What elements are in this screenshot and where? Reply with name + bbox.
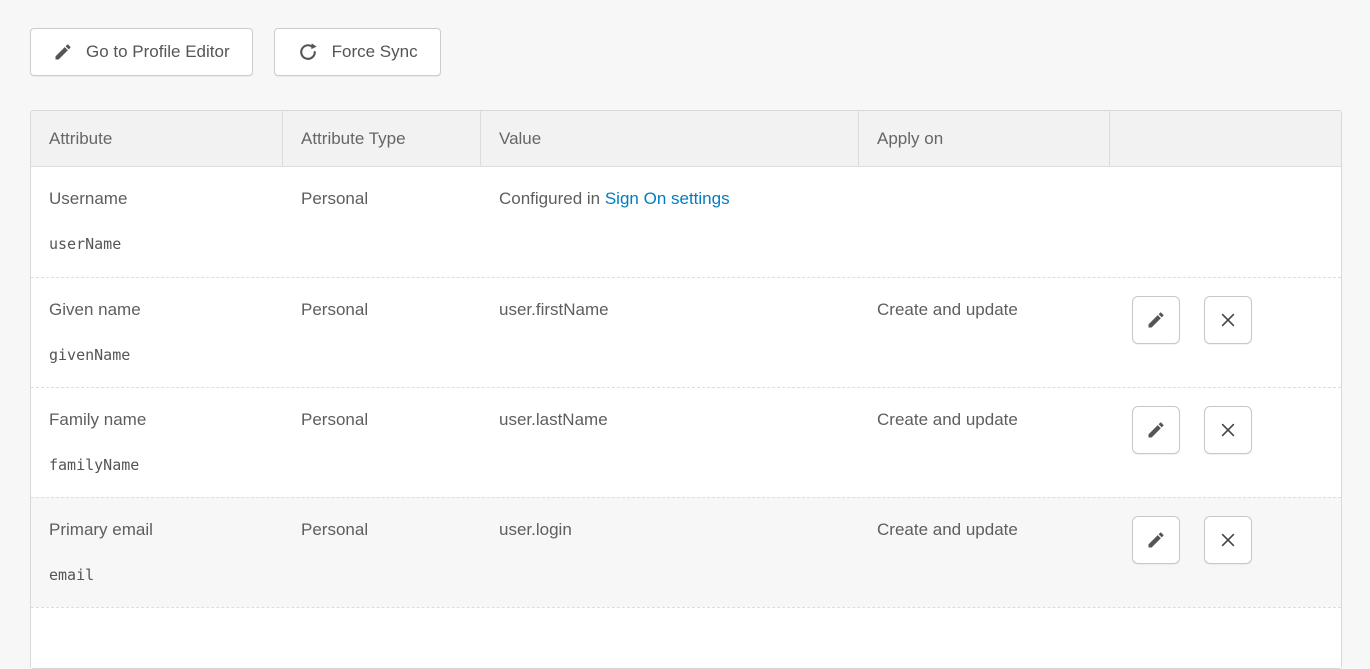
attribute-type-cell: Personal xyxy=(283,498,481,607)
attribute-type-cell: Personal xyxy=(283,388,481,497)
delete-attribute-button[interactable] xyxy=(1204,516,1252,564)
attribute-mapping-table: Attribute Attribute Type Value Apply on … xyxy=(30,110,1342,669)
table-row-primary-email: Primary email email Personal user.login … xyxy=(31,497,1341,607)
value-cell: Configured in Sign On settings xyxy=(481,167,859,277)
table-header: Attribute Attribute Type Value Apply on xyxy=(31,111,1341,167)
attribute-display-name: Family name xyxy=(49,410,273,430)
value-prefix-text: Configured in xyxy=(499,189,605,208)
column-header-value: Value xyxy=(481,111,859,166)
refresh-icon xyxy=(297,41,319,63)
column-header-apply-on: Apply on xyxy=(859,111,1110,166)
toolbar: Go to Profile Editor Force Sync xyxy=(0,0,1370,76)
edit-attribute-button[interactable] xyxy=(1132,406,1180,454)
table-row-partial xyxy=(31,607,1341,668)
attribute-variable-name: familyName xyxy=(49,456,273,474)
attribute-variable-name: userName xyxy=(49,235,273,253)
pencil-icon xyxy=(1146,530,1166,550)
attribute-type-cell: Personal xyxy=(283,278,481,387)
column-header-actions xyxy=(1110,111,1341,166)
actions-cell xyxy=(1110,167,1341,277)
attribute-type-cell: Personal xyxy=(283,167,481,277)
attribute-cell: Username userName xyxy=(31,167,283,277)
attribute-cell: Family name familyName xyxy=(31,388,283,497)
actions-cell xyxy=(1110,278,1341,387)
close-icon xyxy=(1218,310,1238,330)
pencil-icon xyxy=(53,42,73,62)
pencil-icon xyxy=(1146,310,1166,330)
actions-cell xyxy=(1110,388,1341,497)
attribute-cell: Given name givenName xyxy=(31,278,283,387)
go-to-profile-editor-label: Go to Profile Editor xyxy=(86,42,230,62)
close-icon xyxy=(1218,420,1238,440)
attribute-display-name: Primary email xyxy=(49,520,273,540)
table-row-family-name: Family name familyName Personal user.las… xyxy=(31,387,1341,497)
delete-attribute-button[interactable] xyxy=(1204,406,1252,454)
attribute-variable-name: email xyxy=(49,566,273,584)
attribute-cell: Primary email email xyxy=(31,498,283,607)
edit-attribute-button[interactable] xyxy=(1132,516,1180,564)
value-cell: user.firstName xyxy=(481,278,859,387)
close-icon xyxy=(1218,530,1238,550)
go-to-profile-editor-button[interactable]: Go to Profile Editor xyxy=(30,28,253,76)
attribute-variable-name: givenName xyxy=(49,346,273,364)
value-cell: user.lastName xyxy=(481,388,859,497)
actions-cell xyxy=(1110,498,1341,607)
attribute-display-name: Username xyxy=(49,189,273,209)
delete-attribute-button[interactable] xyxy=(1204,296,1252,344)
sign-on-settings-link[interactable]: Sign On settings xyxy=(605,189,730,208)
table-row-username: Username userName Personal Configured in… xyxy=(31,167,1341,277)
force-sync-label: Force Sync xyxy=(332,42,418,62)
apply-on-cell xyxy=(859,167,1110,277)
apply-on-cell: Create and update xyxy=(859,278,1110,387)
column-header-attribute: Attribute xyxy=(31,111,283,166)
table-row-given-name: Given name givenName Personal user.first… xyxy=(31,277,1341,387)
pencil-icon xyxy=(1146,420,1166,440)
apply-on-cell: Create and update xyxy=(859,388,1110,497)
column-header-attribute-type: Attribute Type xyxy=(283,111,481,166)
apply-on-cell: Create and update xyxy=(859,498,1110,607)
value-cell: user.login xyxy=(481,498,859,607)
edit-attribute-button[interactable] xyxy=(1132,296,1180,344)
attribute-display-name: Given name xyxy=(49,300,273,320)
force-sync-button[interactable]: Force Sync xyxy=(274,28,441,76)
